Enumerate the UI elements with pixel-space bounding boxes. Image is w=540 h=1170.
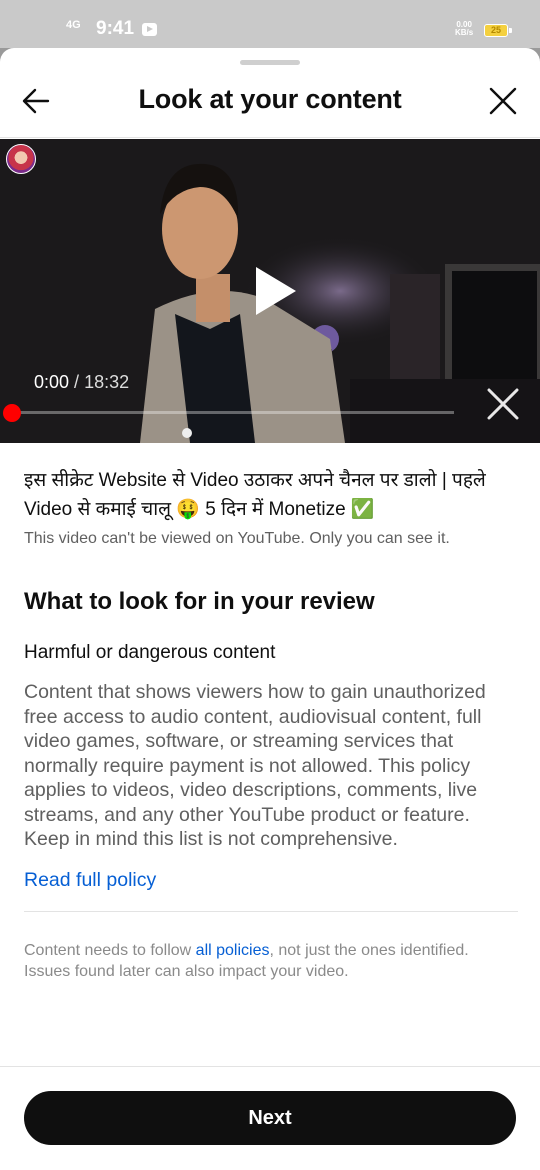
- status-time: 9:41: [96, 18, 135, 39]
- status-bar: 4G 9:41 0.00 KB/s 25: [0, 0, 540, 48]
- video-title: इस सीक्रेट Website से Video उठाकर अपने च…: [24, 470, 486, 520]
- read-full-policy-link[interactable]: Read full policy: [24, 869, 518, 892]
- battery-icon: 25: [484, 24, 512, 37]
- close-icon: [487, 388, 519, 420]
- video-timestamp: 0:00 / 18:32: [34, 372, 130, 392]
- policy-description: Content that shows viewers how to gain u…: [24, 681, 486, 850]
- next-button[interactable]: Next: [24, 1091, 516, 1145]
- close-button[interactable]: [486, 84, 520, 118]
- footer-divider: [0, 1066, 540, 1067]
- all-policies-link[interactable]: all policies: [196, 942, 270, 959]
- policy-category: Harmful or dangerous content: [24, 642, 276, 663]
- page-title: Look at your content: [138, 84, 402, 114]
- close-icon: [489, 87, 517, 115]
- youtube-notification-icon: [142, 23, 157, 36]
- video-player[interactable]: 0:00 / 18:32: [0, 139, 540, 443]
- play-button[interactable]: [252, 265, 298, 317]
- video-progress-bar[interactable]: [12, 411, 454, 414]
- sheet-header: Look at your content: [0, 70, 540, 138]
- channel-avatar: [6, 144, 36, 174]
- visibility-note: This video can't be viewed on YouTube. O…: [24, 530, 450, 547]
- network-speed: 0.00 KB/s: [455, 20, 474, 37]
- network-indicator: 4G: [66, 19, 81, 31]
- policy-footnote: Content needs to follow all policies, no…: [24, 941, 469, 980]
- drag-handle[interactable]: [240, 60, 300, 65]
- progress-scrubber[interactable]: [3, 404, 21, 422]
- divider: [24, 910, 518, 912]
- play-icon: [256, 267, 296, 315]
- review-heading: What to look for in your review: [24, 588, 375, 615]
- bottom-sheet: Look at your content 0:00 / 18:32 इस सीक…: [0, 48, 540, 1170]
- video-close-button[interactable]: [486, 387, 520, 421]
- review-content: इस सीक्रेट Website से Video उठाकर अपने च…: [24, 466, 518, 982]
